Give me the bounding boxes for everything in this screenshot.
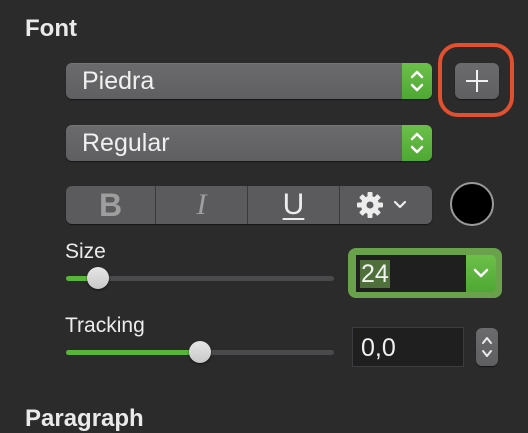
text-options-menu-button[interactable] bbox=[340, 186, 432, 224]
highlight-ring bbox=[438, 43, 514, 117]
tracking-slider-fill bbox=[66, 350, 200, 355]
tracking-input[interactable]: 0,0 bbox=[352, 327, 464, 367]
up-down-chevron-icon bbox=[402, 63, 432, 99]
size-value: 24 bbox=[360, 260, 390, 288]
tracking-slider-knob[interactable] bbox=[189, 341, 211, 363]
tracking-label: Tracking bbox=[65, 314, 145, 337]
size-dropdown-button[interactable] bbox=[466, 255, 496, 292]
tracking-stepper[interactable] bbox=[476, 328, 498, 366]
font-style-value: Regular bbox=[82, 129, 170, 157]
paragraph-section-title: Paragraph bbox=[25, 405, 144, 432]
underline-button[interactable]: U bbox=[248, 186, 340, 224]
size-input[interactable]: 24 bbox=[356, 255, 466, 292]
font-family-popup[interactable]: Piedra bbox=[66, 63, 432, 99]
chevron-down-icon bbox=[393, 200, 407, 209]
font-family-value: Piedra bbox=[82, 67, 155, 95]
size-slider-knob[interactable] bbox=[87, 267, 110, 289]
font-section-title: Font bbox=[25, 15, 77, 42]
tracking-value: 0,0 bbox=[361, 334, 396, 362]
text-style-segmented-control: B I U bbox=[66, 186, 432, 224]
italic-button[interactable]: I bbox=[156, 186, 248, 224]
text-color-well[interactable] bbox=[450, 182, 494, 226]
up-down-chevron-icon bbox=[402, 125, 432, 161]
gear-icon bbox=[357, 192, 383, 218]
up-down-chevron-icon bbox=[482, 337, 492, 357]
size-label: Size bbox=[65, 240, 106, 263]
chevron-down-icon bbox=[473, 268, 489, 278]
bold-button[interactable]: B bbox=[66, 186, 156, 224]
font-style-popup[interactable]: Regular bbox=[66, 125, 432, 161]
